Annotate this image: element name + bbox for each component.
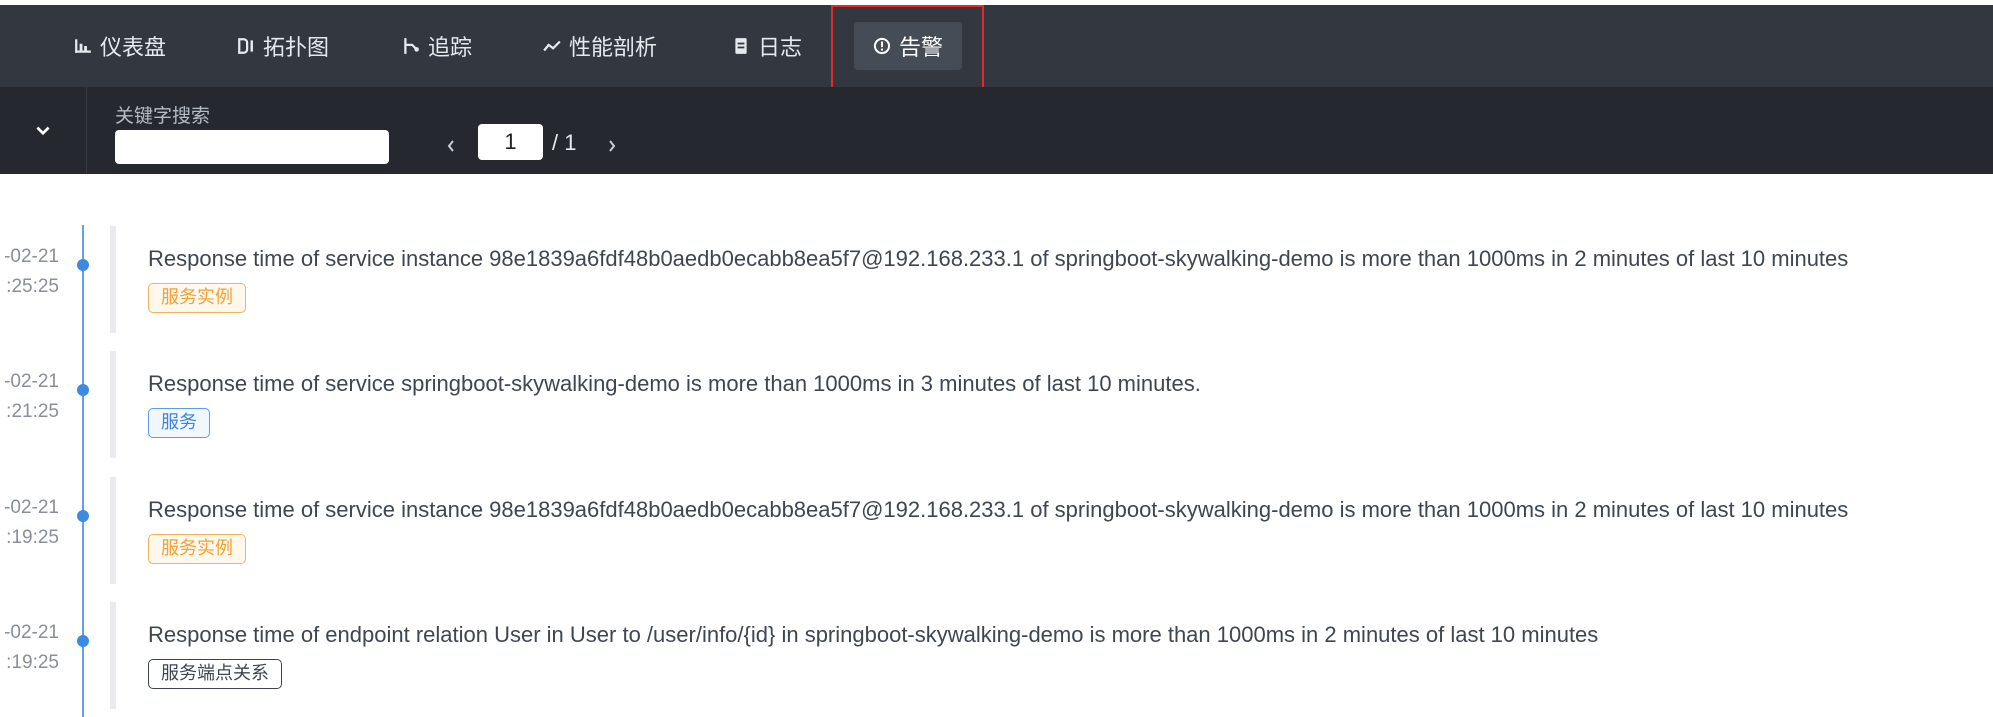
profile-icon bbox=[543, 40, 561, 52]
alarm-entry: -02-21 :25:25 Response time of service i… bbox=[0, 226, 1993, 333]
page-number-input[interactable] bbox=[478, 124, 543, 160]
alarm-message: Response time of service instance 98e183… bbox=[148, 497, 1849, 522]
nav-item-log[interactable]: 日志 bbox=[713, 22, 821, 70]
alarm-date: -02-21 bbox=[4, 246, 59, 267]
trace-icon bbox=[404, 38, 419, 54]
keyword-search-input[interactable] bbox=[115, 130, 389, 164]
alarm-message: Response time of endpoint relation User … bbox=[148, 622, 1599, 647]
nav-item-profile[interactable]: 性能剖析 bbox=[524, 22, 676, 70]
topology-icon bbox=[238, 38, 253, 54]
alarm-scope-tag: 服务实例 bbox=[148, 534, 246, 564]
nav-label-alarm: 告警 bbox=[899, 36, 944, 61]
nav-item-topology[interactable]: 拓扑图 bbox=[218, 22, 348, 70]
chevron-down-icon bbox=[36, 126, 50, 135]
next-page-button[interactable] bbox=[601, 126, 623, 166]
alarm-toolbar: 关键字搜索 / 1 bbox=[0, 87, 1993, 174]
alarm-time: :19:25 bbox=[6, 652, 59, 673]
timeline-dot bbox=[77, 384, 89, 396]
nav-item-dashboard[interactable]: 仪表盘 bbox=[55, 22, 185, 70]
alarm-time: :19:25 bbox=[6, 527, 59, 548]
alarm-entry: -02-21 :19:25 Response time of service i… bbox=[0, 477, 1993, 584]
prev-page-button[interactable] bbox=[440, 126, 462, 166]
alarm-date: -02-21 bbox=[4, 622, 59, 643]
alarm-scope-tag: 服务端点关系 bbox=[148, 659, 282, 689]
alarm-scope-tag: 服务 bbox=[148, 408, 210, 438]
nav-label-trace: 追踪 bbox=[428, 36, 473, 61]
nav-label-profile: 性能剖析 bbox=[569, 36, 658, 61]
timeline-dot bbox=[77, 635, 89, 647]
chevron-right-icon bbox=[609, 140, 616, 152]
alarm-date: -02-21 bbox=[4, 371, 59, 392]
nav-label-log: 日志 bbox=[758, 36, 803, 61]
page-total: / 1 bbox=[552, 130, 577, 155]
alarm-card[interactable]: Response time of service instance 98e183… bbox=[110, 477, 1993, 584]
log-icon bbox=[735, 38, 747, 54]
dashboard-icon bbox=[75, 39, 91, 53]
alarm-card[interactable]: Response time of service instance 98e183… bbox=[110, 226, 1993, 333]
nav-label-dashboard: 仪表盘 bbox=[100, 36, 167, 61]
nav-item-trace[interactable]: 追踪 bbox=[383, 22, 491, 70]
alarm-card[interactable]: Response time of service springboot-skyw… bbox=[110, 351, 1993, 458]
alarm-message: Response time of service instance 98e183… bbox=[148, 246, 1849, 271]
alarm-message: Response time of service springboot-skyw… bbox=[148, 371, 1201, 396]
timeline-dot bbox=[77, 259, 89, 271]
nav-item-alarm[interactable]: 告警 bbox=[854, 22, 963, 70]
timeline-dot bbox=[77, 510, 89, 522]
nav-label-topology: 拓扑图 bbox=[263, 36, 330, 61]
alarm-entry: -02-21 :19:25 Response time of endpoint … bbox=[0, 602, 1993, 709]
alarm-entry: -02-21 :21:25 Response time of service s… bbox=[0, 351, 1993, 458]
alarm-icon bbox=[873, 37, 891, 55]
alarm-scope-tag: 服务实例 bbox=[148, 283, 246, 313]
chevron-left-icon bbox=[447, 140, 454, 152]
alarm-card[interactable]: Response time of endpoint relation User … bbox=[110, 602, 1993, 709]
alarm-time: :25:25 bbox=[6, 276, 59, 297]
alarm-time: :21:25 bbox=[6, 401, 59, 422]
search-label: 关键字搜索 bbox=[115, 105, 211, 127]
top-navbar: 仪表盘 拓扑图 追踪 性能剖析 日志 告警 bbox=[0, 5, 1993, 87]
collapse-toggle[interactable] bbox=[0, 87, 87, 174]
alarm-date: -02-21 bbox=[4, 497, 59, 518]
